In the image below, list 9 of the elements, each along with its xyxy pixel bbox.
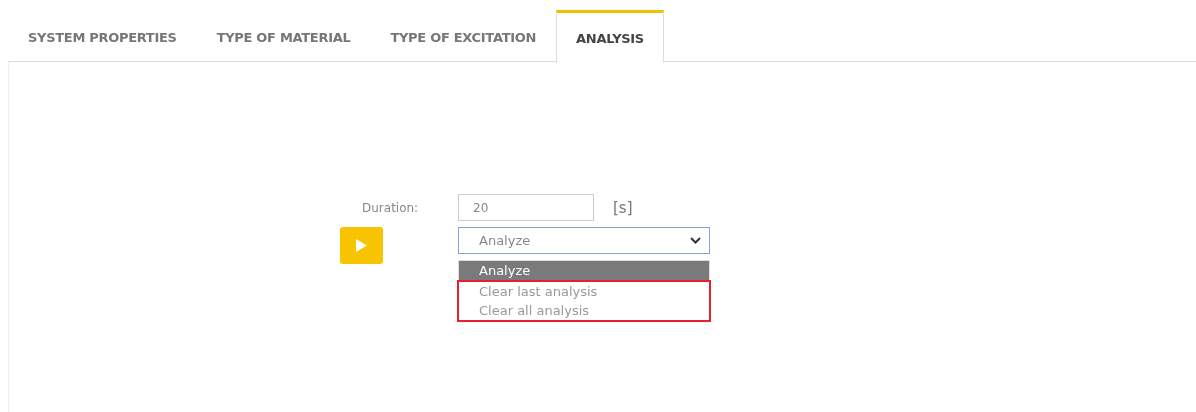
action-select[interactable]: Analyze	[458, 227, 710, 254]
play-icon	[356, 239, 367, 252]
duration-label: Duration:	[361, 200, 419, 215]
play-button[interactable]	[340, 227, 383, 264]
tab[interactable]: ANALYSIS	[556, 10, 664, 63]
unit-label: [s]	[612, 198, 634, 217]
duration-field[interactable]: 20	[458, 194, 594, 221]
dropdown-option[interactable]: Analyze	[459, 261, 709, 280]
chevron-icon	[690, 237, 701, 244]
